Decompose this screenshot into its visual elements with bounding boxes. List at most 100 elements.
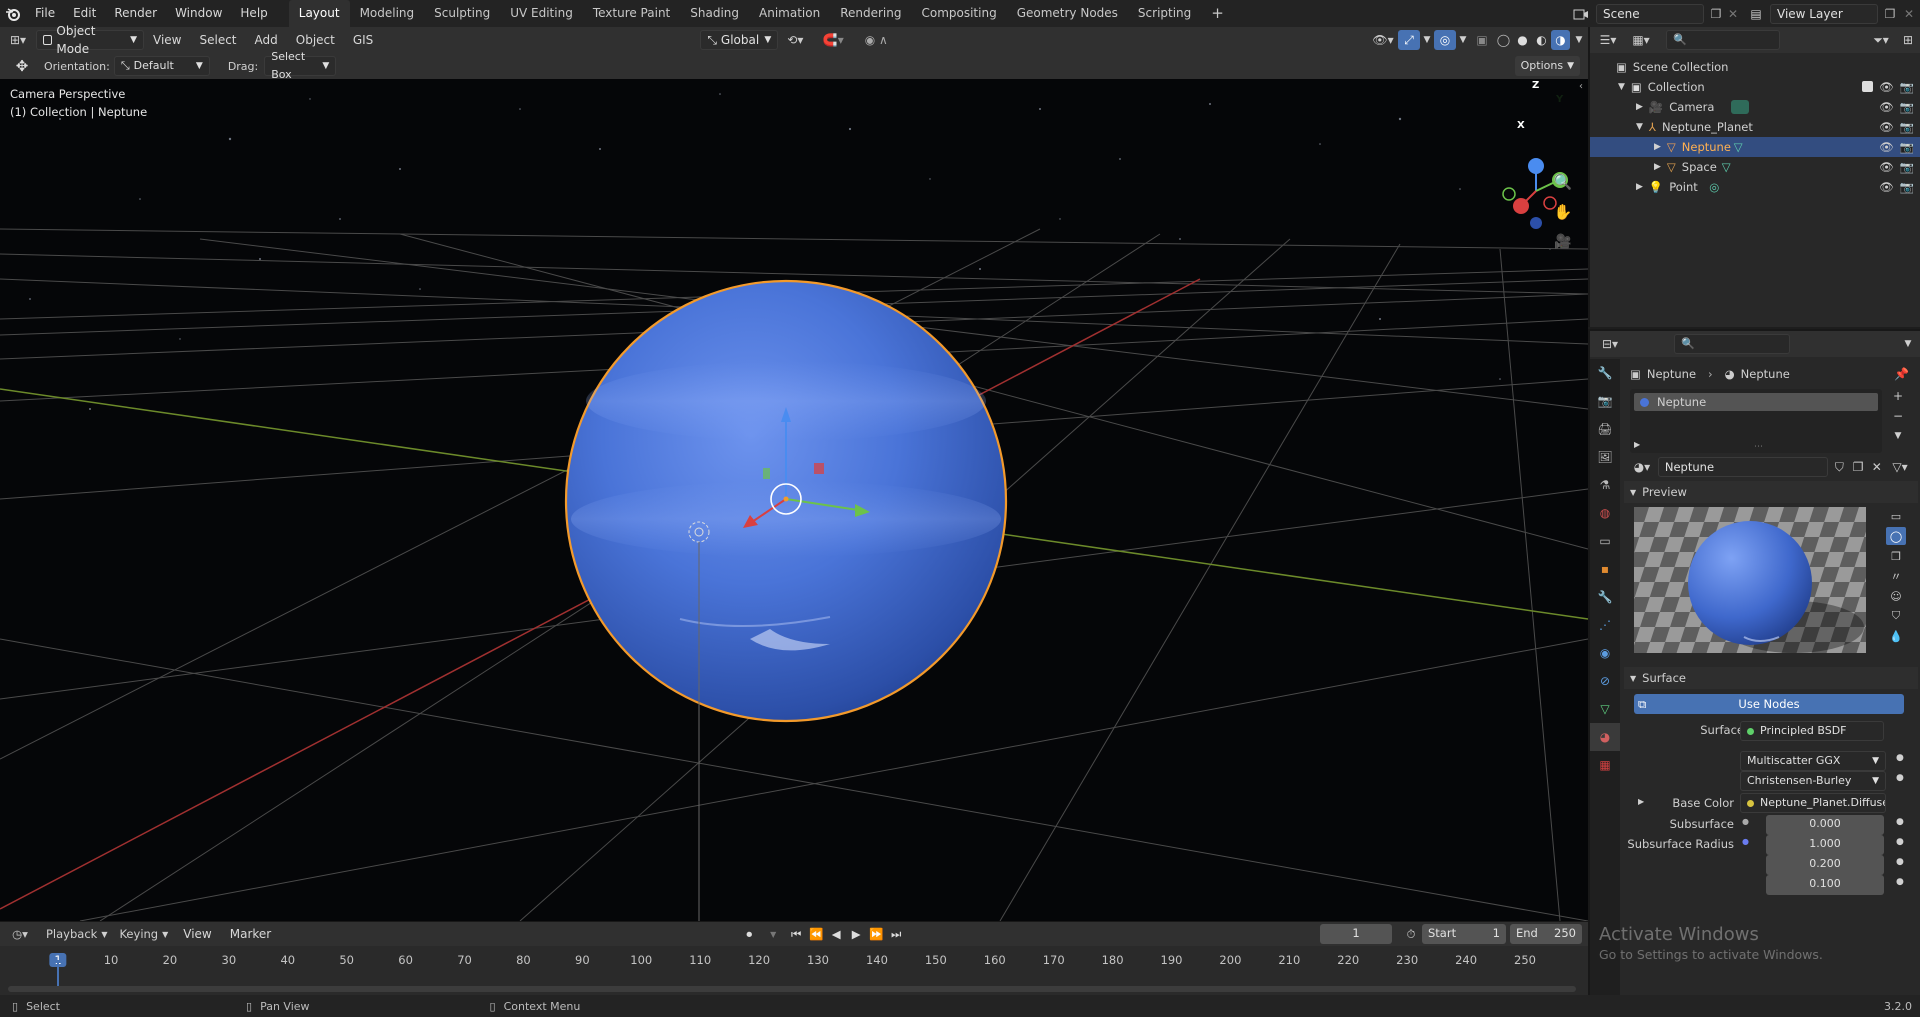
menu-select[interactable]: Select <box>190 27 245 53</box>
material-name-field[interactable]: Neptune <box>1657 457 1829 477</box>
tab-material[interactable]: ◕ <box>1590 723 1620 751</box>
pivot-point-icon[interactable]: ⟲▾ <box>778 33 812 47</box>
preview-cloth-icon[interactable]: ⛉ <box>1886 607 1906 625</box>
expand-right-icon[interactable]: ▶ <box>1636 177 1643 197</box>
3d-viewport[interactable]: Camera Perspective (1) Collection | Nept… <box>0 79 1588 921</box>
preview-hair-icon[interactable]: 〃 <box>1886 567 1906 585</box>
shading-wireframe-icon[interactable]: ◯ <box>1494 33 1513 47</box>
expand-down-icon[interactable]: ▼ <box>1618 77 1625 97</box>
eye-icon[interactable]: 👁 <box>1879 177 1894 197</box>
duplicate-material-icon[interactable]: ❐ <box>1851 460 1866 474</box>
menu-help[interactable]: Help <box>231 0 276 27</box>
outliner-row-collection[interactable]: ▼ ▣ Collection 👁 📷 <box>1590 77 1920 97</box>
eye-icon[interactable]: 👁 <box>1879 157 1894 177</box>
socket-dot-icon[interactable]: ● <box>1742 817 1749 826</box>
tab-object[interactable]: ▪ <box>1590 555 1620 583</box>
expand-right-icon[interactable]: ▶ <box>1634 440 1640 449</box>
blender-logo-icon[interactable] <box>0 0 26 27</box>
tab-tool[interactable]: 🔧 <box>1590 359 1620 387</box>
menu-gis[interactable]: GIS <box>344 27 382 53</box>
eye-icon[interactable]: 👁 <box>1879 117 1894 137</box>
distribution-dropdown[interactable]: Multiscatter GGX ▼ <box>1740 751 1886 771</box>
use-nodes-button[interactable]: ⧉ Use Nodes <box>1634 694 1904 714</box>
outliner-row-point[interactable]: ▶ 💡 Point ◎ 👁 📷 <box>1590 177 1920 197</box>
expand-down-icon[interactable]: ▼ <box>1636 117 1643 137</box>
eye-icon[interactable]: 👁 <box>1879 77 1894 97</box>
shading-dropdown-icon[interactable]: ▼ <box>1570 35 1588 45</box>
expand-right-icon[interactable]: ▶ <box>1654 137 1661 157</box>
link-data-icon[interactable]: ▽▾ <box>1888 460 1912 474</box>
tab-render[interactable]: 📷 <box>1590 387 1620 415</box>
timeline-scrollbar[interactable] <box>8 986 1576 992</box>
view-layer-copy-icon[interactable]: ❐ <box>1882 7 1898 21</box>
tab-data[interactable]: ▽ <box>1590 695 1620 723</box>
subsurface-method-dropdown[interactable]: Christensen-Burley ▼ <box>1740 771 1886 791</box>
object-mode-dropdown[interactable]: Object Mode ▼ <box>36 24 144 56</box>
keyframe-dot-icon[interactable]: ● <box>1896 837 1904 847</box>
surface-panel-header[interactable]: ▼ Surface <box>1624 667 1918 689</box>
tab-physics[interactable]: ◉ <box>1590 639 1620 667</box>
preview-panel-header[interactable]: ▼ Preview <box>1624 481 1918 503</box>
tab-output[interactable]: 🖨 <box>1590 415 1620 443</box>
subsurface-field[interactable]: 0.000 <box>1766 815 1884 835</box>
preview-monkey-icon[interactable]: ☺ <box>1886 587 1906 605</box>
render-icon[interactable]: 📷 <box>1900 97 1914 117</box>
tab-texture-paint[interactable]: Texture Paint <box>583 0 680 27</box>
keyframe-dot-icon[interactable]: ● <box>1896 857 1904 867</box>
tool-move-icon[interactable]: ✥ <box>0 57 44 75</box>
outliner-row-scene-collection[interactable]: ▣ Scene Collection <box>1590 57 1920 77</box>
preview-sphere-icon[interactable]: ◯ <box>1886 527 1906 545</box>
new-collection-icon[interactable]: ⊞ <box>1896 33 1920 47</box>
socket-dot-icon[interactable]: ● <box>1742 837 1749 846</box>
tab-shading[interactable]: Shading <box>680 0 749 27</box>
outliner-row-neptune-planet[interactable]: ▼ ⅄ Neptune_Planet 👁 📷 <box>1590 117 1920 137</box>
tab-uv-editing[interactable]: UV Editing <box>500 0 583 27</box>
unlink-material-icon[interactable]: ✕ <box>1869 460 1884 474</box>
tab-compositing[interactable]: Compositing <box>911 0 1006 27</box>
display-mode-icon[interactable]: ▦▾ <box>1626 33 1656 47</box>
tab-animation[interactable]: Animation <box>749 0 830 27</box>
keyframe-dot-icon[interactable]: ● <box>1896 877 1904 887</box>
base-color-field[interactable]: Neptune_Planet.Diffuse... <box>1740 793 1886 813</box>
frame-ruler[interactable]: 1102030405060708090100110120130140150160… <box>0 922 1588 994</box>
tab-collection[interactable]: ▭ <box>1590 527 1620 555</box>
expand-right-icon[interactable]: ▶ <box>1654 157 1661 177</box>
tab-world[interactable]: ◍ <box>1590 499 1620 527</box>
preview-flat-icon[interactable]: ▭ <box>1886 507 1906 525</box>
eye-icon[interactable]: 👁 <box>1879 137 1894 157</box>
shading-material-icon[interactable]: ◐ <box>1532 33 1551 47</box>
subsurface-radius-x[interactable]: 1.000 <box>1766 835 1884 855</box>
snap-icon[interactable]: 🧲▾ <box>812 33 854 47</box>
zoom-icon[interactable]: 🔍 <box>1552 171 1574 193</box>
material-slot-row[interactable]: Neptune <box>1634 393 1878 411</box>
camera-view-icon[interactable]: 🎥 <box>1552 231 1574 253</box>
menu-view[interactable]: View <box>144 27 190 53</box>
scene-name-field[interactable]: Scene <box>1596 3 1704 24</box>
add-workspace-icon[interactable]: + <box>1201 0 1234 27</box>
panel-options-icon[interactable]: ▼ <box>1896 339 1920 349</box>
properties-editor-icon[interactable]: ⊟▾ <box>1590 337 1630 351</box>
filter-icon[interactable]: ⏷▾ <box>1866 33 1896 48</box>
preview-cube-icon[interactable]: ❒ <box>1886 547 1906 565</box>
orientation-dropdown[interactable]: ⤡ Default ▼ <box>113 56 210 76</box>
pan-hand-icon[interactable]: ✋ <box>1552 201 1574 223</box>
browse-material-icon[interactable]: ◕▾ <box>1630 460 1654 474</box>
outliner-row-neptune[interactable]: ▶ ▽ Neptune ▽ 👁 📷 <box>1590 137 1920 157</box>
scene-icon[interactable] <box>1566 7 1596 21</box>
resize-handle-icon[interactable]: ⋯ <box>1754 442 1763 452</box>
drag-dropdown[interactable]: Select Box ▼ <box>264 50 337 81</box>
keyframe-dot-icon[interactable]: ● <box>1896 817 1904 827</box>
scene-close-icon[interactable]: ✕ <box>1724 7 1742 21</box>
pin-icon[interactable]: 📌 <box>1894 367 1909 381</box>
render-icon[interactable]: 📷 <box>1900 157 1914 177</box>
subsurface-radius-y[interactable]: 0.200 <box>1766 855 1884 875</box>
expand-right-icon[interactable]: ▶ <box>1638 797 1644 806</box>
tab-particles[interactable]: ⋰ <box>1590 611 1620 639</box>
transform-orientation-dropdown[interactable]: ⤡ Global ▼ <box>700 30 779 50</box>
tab-geometry-nodes[interactable]: Geometry Nodes <box>1007 0 1128 27</box>
render-icon[interactable]: 📷 <box>1900 177 1914 197</box>
keyframe-dot-icon[interactable]: ● <box>1896 773 1904 783</box>
outliner-row-space[interactable]: ▶ ▽ Space ▽ 👁 📷 <box>1590 157 1920 177</box>
tab-modifiers[interactable]: 🔧 <box>1590 583 1620 611</box>
render-icon[interactable]: 📷 <box>1900 137 1914 157</box>
